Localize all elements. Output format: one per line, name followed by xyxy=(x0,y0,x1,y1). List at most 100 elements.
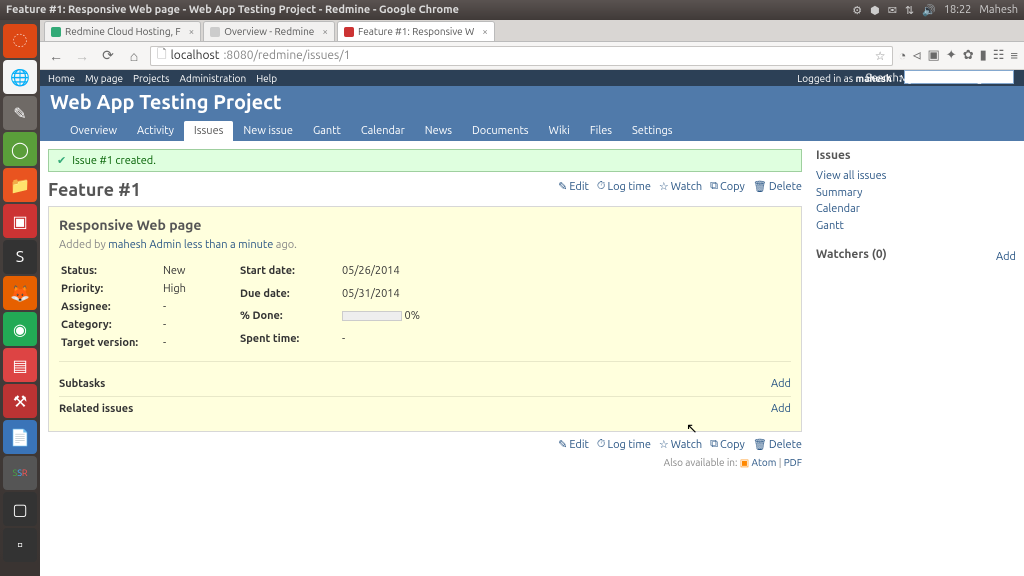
star-icon: ☆ xyxy=(659,438,669,451)
tab-newissue[interactable]: New issue xyxy=(233,121,303,141)
clock[interactable]: 18:22 xyxy=(944,4,972,16)
url-input[interactable]: 🗋 localhost:8080/redmine/issues/1 ☆ xyxy=(150,46,893,66)
ext-icon[interactable]: ▣ xyxy=(927,48,939,63)
nav-myaccount[interactable]: My account xyxy=(900,73,951,84)
watch-link[interactable]: ☆Watch xyxy=(659,438,702,451)
star-icon[interactable]: ☆ xyxy=(875,49,886,63)
nav-admin[interactable]: Administration xyxy=(180,73,247,84)
progress-bar xyxy=(342,311,402,321)
back-button[interactable]: ← xyxy=(46,48,66,64)
tab-issues[interactable]: Issues xyxy=(184,121,234,141)
ext-icon[interactable]: ✦ xyxy=(946,48,957,63)
browser-tab[interactable]: Overview - Redmine× xyxy=(203,21,335,41)
app-icon[interactable]: ◯ xyxy=(3,132,37,166)
add-watcher-link[interactable]: Add xyxy=(996,249,1016,266)
copy-link[interactable]: ⧉Copy xyxy=(710,180,745,193)
browser-tab[interactable]: Redmine Cloud Hosting, F× xyxy=(44,21,201,41)
tab-calendar[interactable]: Calendar xyxy=(351,121,415,141)
chrome-icon[interactable]: 🌐 xyxy=(3,60,37,94)
tab-wiki[interactable]: Wiki xyxy=(539,121,580,141)
tab-news[interactable]: News xyxy=(415,121,462,141)
dash-icon[interactable]: ◌ xyxy=(3,24,37,58)
add-subtask-link[interactable]: Add xyxy=(771,378,791,390)
firefox-icon[interactable]: 🦊 xyxy=(3,276,37,310)
browser-window: Redmine Cloud Hosting, F× Overview - Red… xyxy=(40,20,1024,576)
tab-activity[interactable]: Activity xyxy=(127,121,184,141)
terminal-icon[interactable]: ▢ xyxy=(3,492,37,526)
issue-author: Added by mahesh Admin less than a minute… xyxy=(59,239,791,251)
nav-signout[interactable]: Sign out xyxy=(969,73,1006,84)
nav-mypage[interactable]: My page xyxy=(85,73,123,84)
author-link[interactable]: mahesh Admin xyxy=(108,239,181,251)
close-icon[interactable]: × xyxy=(322,26,328,37)
writer-icon[interactable]: 📄 xyxy=(3,420,37,454)
delete-link[interactable]: 🗑Delete xyxy=(753,180,802,193)
category-value: - xyxy=(163,317,196,333)
edit-link[interactable]: ✎Edit xyxy=(558,438,589,451)
reload-button[interactable]: ⟳ xyxy=(98,47,118,64)
app5-icon[interactable]: ⚒ xyxy=(3,384,37,418)
link-view-all[interactable]: View all issues xyxy=(816,168,1016,185)
project-title: Web App Testing Project xyxy=(50,90,1014,113)
sublime-icon[interactable]: S xyxy=(3,240,37,274)
user-menu[interactable]: Mahesh xyxy=(979,4,1018,16)
delete-link[interactable]: 🗑Delete xyxy=(753,438,802,451)
app4-icon[interactable]: ▤ xyxy=(3,348,37,382)
ssr-icon[interactable]: SSR xyxy=(3,456,37,490)
tab-strip: Redmine Cloud Hosting, F× Overview - Red… xyxy=(40,20,1024,42)
dropbox-icon[interactable]: ⬢ xyxy=(870,4,880,17)
watch-link[interactable]: ☆Watch xyxy=(659,180,702,193)
mail-icon[interactable]: ✉ xyxy=(888,4,897,17)
contextual-actions: ✎Edit ⏱Log time ☆Watch ⧉Copy 🗑Delete xyxy=(558,180,802,193)
tab-documents[interactable]: Documents xyxy=(462,121,539,141)
link-summary[interactable]: Summary xyxy=(816,185,1016,202)
ext-icon[interactable]: ◔ xyxy=(899,48,907,63)
app6-icon[interactable]: ▫ xyxy=(3,528,37,562)
edit-link[interactable]: ✎Edit xyxy=(558,180,589,193)
pdf-link[interactable]: PDF xyxy=(784,457,802,468)
extensions: ◔ ⏿ ▣ ✦ ✿ ▮ ☷ ≡ xyxy=(899,48,1018,63)
forward-button: → xyxy=(72,48,92,64)
redmine-header: Home My page Projects Administration Hel… xyxy=(40,70,1024,141)
tab-gantt[interactable]: Gantt xyxy=(303,121,351,141)
add-related-link[interactable]: Add xyxy=(771,403,791,415)
issue-subject: Responsive Web page xyxy=(59,217,791,233)
close-icon[interactable]: × xyxy=(482,26,488,37)
menu-icon[interactable]: ≡ xyxy=(1010,48,1018,63)
start-value: 05/26/2014 xyxy=(342,263,430,284)
close-icon[interactable]: × xyxy=(189,26,195,37)
tab-files[interactable]: Files xyxy=(580,121,622,141)
export-links: Also available in: ▣ Atom | PDF xyxy=(48,457,802,469)
app3-icon[interactable]: ◉ xyxy=(3,312,37,346)
nav-help[interactable]: Help xyxy=(256,73,277,84)
atom-link[interactable]: Atom xyxy=(752,457,777,468)
ext-icon[interactable]: ✿ xyxy=(963,48,974,63)
tab-settings[interactable]: Settings xyxy=(622,121,683,141)
network-icon[interactable]: ⇅ xyxy=(905,4,914,17)
files-icon[interactable]: 📁 xyxy=(3,168,37,202)
ext-icon[interactable]: ▮ xyxy=(980,48,987,63)
app2-icon[interactable]: ▣ xyxy=(3,204,37,238)
sound-icon[interactable]: 🔊 xyxy=(922,4,936,17)
sidebar-watchers-h: Watchers (0) xyxy=(816,248,887,261)
time-link[interactable]: less than a minute xyxy=(184,239,273,251)
tab-overview[interactable]: Overview xyxy=(60,121,127,141)
nav-projects[interactable]: Projects xyxy=(133,73,169,84)
ext-icon[interactable]: ☷ xyxy=(993,48,1005,63)
home-button[interactable]: ⌂ xyxy=(124,48,144,64)
link-gantt[interactable]: Gantt xyxy=(816,218,1016,235)
copy-icon: ⧉ xyxy=(710,438,718,451)
priority-value: High xyxy=(163,281,196,297)
os-top-bar: Feature #1: Responsive Web page - Web Ap… xyxy=(0,0,1024,20)
ext-icon[interactable]: ⏿ xyxy=(912,48,921,63)
target-value: - xyxy=(163,335,196,351)
link-calendar[interactable]: Calendar xyxy=(816,201,1016,218)
copy-link[interactable]: ⧉Copy xyxy=(710,438,745,451)
logtime-link[interactable]: ⏱Log time xyxy=(597,180,651,193)
nav-home[interactable]: Home xyxy=(48,73,75,84)
indicator-icon[interactable]: ⚙ xyxy=(852,4,862,17)
attrs-left: Status:New Priority:High Assignee:- Cate… xyxy=(59,261,198,353)
browser-tab[interactable]: Feature #1: Responsive W× xyxy=(337,21,495,41)
logtime-link[interactable]: ⏱Log time xyxy=(597,438,651,451)
editor-icon[interactable]: ✎ xyxy=(3,96,37,130)
